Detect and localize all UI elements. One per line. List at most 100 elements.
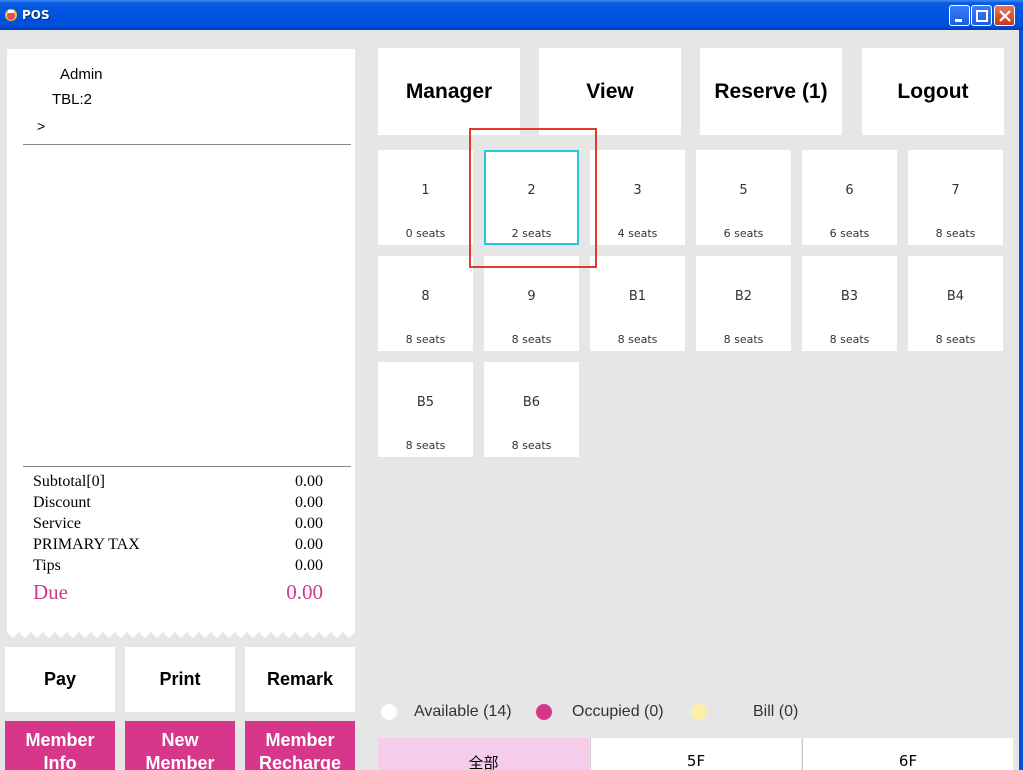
due-value: 0.00: [286, 580, 323, 604]
tips-value: 0.00: [295, 557, 323, 574]
divider: [23, 466, 351, 467]
tax-label: PRIMARY TAX: [33, 536, 140, 553]
occupied-dot-icon: [536, 704, 552, 720]
legend-bill: Bill (0): [753, 703, 799, 720]
order-prompt: >: [37, 118, 46, 134]
table-name: 1: [421, 183, 430, 198]
table-tile-3[interactable]: 3 4 seats: [590, 150, 685, 245]
table-name: B5: [416, 395, 435, 410]
due-label: Due: [33, 580, 68, 604]
table-tile-8[interactable]: 8 8 seats: [378, 256, 473, 351]
table-tile-1[interactable]: 1 0 seats: [378, 150, 473, 245]
table-tile-b1[interactable]: B1 8 seats: [590, 256, 685, 351]
close-button[interactable]: [994, 5, 1015, 26]
discount-label: Discount: [33, 494, 91, 511]
receipt-torn-edge: [7, 628, 355, 638]
minimize-button[interactable]: [949, 5, 970, 26]
table-tile-6[interactable]: 6 6 seats: [802, 150, 897, 245]
member-info-button[interactable]: Member Info: [5, 721, 115, 770]
new-member-line1: New: [161, 730, 199, 750]
divider: [23, 144, 351, 145]
table-label: TBL:2: [52, 91, 93, 108]
receipt-panel: Admin TBL:2 > Subtotal[0] 0.00 Discount …: [7, 49, 355, 632]
service-value: 0.00: [295, 515, 323, 532]
table-name: 8: [421, 289, 430, 304]
table-name: 3: [633, 183, 642, 198]
table-name: B4: [946, 289, 965, 304]
tips-label: Tips: [33, 557, 61, 574]
table-seats: 8 seats: [935, 333, 976, 346]
discount-row: Discount 0.00: [33, 494, 323, 515]
title-bar: POS: [0, 0, 1023, 30]
table-seats: 8 seats: [511, 439, 552, 452]
table-seats: 0 seats: [405, 227, 446, 240]
pos-app-icon: [5, 9, 17, 21]
table-seats: 8 seats: [617, 333, 658, 346]
tax-row: PRIMARY TAX 0.00: [33, 536, 323, 557]
table-seats: 8 seats: [723, 333, 764, 346]
member-recharge-button[interactable]: Member Recharge: [245, 721, 355, 770]
table-seats: 8 seats: [511, 333, 552, 346]
table-seats: 8 seats: [405, 333, 446, 346]
table-tile-b5[interactable]: B5 8 seats: [378, 362, 473, 457]
table-tile-7[interactable]: 7 8 seats: [908, 150, 1003, 245]
member-recharge-line2: Recharge: [258, 753, 342, 770]
floor-tab-6f[interactable]: 6F: [802, 738, 1013, 770]
minimize-icon: [955, 19, 962, 22]
table-name: B3: [840, 289, 859, 304]
service-row: Service 0.00: [33, 515, 323, 536]
tax-value: 0.00: [295, 536, 323, 553]
window-title: POS: [22, 8, 50, 22]
table-name: 5: [739, 183, 748, 198]
view-button[interactable]: View: [539, 48, 681, 135]
new-member-line2: Member: [145, 753, 215, 770]
table-name: B6: [522, 395, 541, 410]
subtotal-value: 0.00: [295, 473, 323, 490]
floor-tab-5f[interactable]: 5F: [590, 738, 801, 770]
table-name: 7: [951, 183, 960, 198]
table-seats: 8 seats: [935, 227, 976, 240]
due-row: Due 0.00: [33, 580, 323, 608]
manager-button[interactable]: Manager: [378, 48, 520, 135]
table-name: 6: [845, 183, 854, 198]
subtotal-label: Subtotal[0]: [33, 473, 105, 490]
table-name: 9: [527, 289, 536, 304]
subtotal-row: Subtotal[0] 0.00: [33, 473, 323, 494]
bill-dot-icon: [691, 704, 707, 720]
table-name: B2: [734, 289, 753, 304]
table-seats: 8 seats: [405, 439, 446, 452]
table-seats: 6 seats: [723, 227, 764, 240]
legend-occupied: Occupied (0): [572, 703, 664, 720]
print-button[interactable]: Print: [125, 647, 235, 712]
table-name: B1: [628, 289, 647, 304]
available-dot-icon: [381, 704, 397, 720]
table-tile-b2[interactable]: B2 8 seats: [696, 256, 791, 351]
table-seats: 4 seats: [617, 227, 658, 240]
table-tile-b4[interactable]: B4 8 seats: [908, 256, 1003, 351]
member-info-line2: Info: [43, 753, 77, 770]
maximize-icon: [976, 10, 988, 22]
maximize-button[interactable]: [971, 5, 992, 26]
window-frame: [1019, 30, 1023, 770]
service-label: Service: [33, 515, 81, 532]
new-member-button[interactable]: New Member: [125, 721, 235, 770]
table-seats: 6 seats: [829, 227, 870, 240]
logout-button[interactable]: Logout: [862, 48, 1004, 135]
reserve-button[interactable]: Reserve (1): [700, 48, 842, 135]
table-tile-b6[interactable]: B6 8 seats: [484, 362, 579, 457]
selection-highlight: [469, 128, 597, 268]
close-icon: [999, 10, 1011, 22]
table-seats: 8 seats: [829, 333, 870, 346]
floor-tab-all[interactable]: 全部: [378, 738, 589, 770]
totals-list: Subtotal[0] 0.00 Discount 0.00 Service 0…: [33, 473, 323, 608]
pay-button[interactable]: Pay: [5, 647, 115, 712]
legend-available: Available (14): [414, 703, 512, 720]
member-recharge-line1: Member: [265, 730, 335, 750]
tips-row: Tips 0.00: [33, 557, 323, 578]
table-tile-b3[interactable]: B3 8 seats: [802, 256, 897, 351]
discount-value: 0.00: [295, 494, 323, 511]
remark-button[interactable]: Remark: [245, 647, 355, 712]
table-tile-9[interactable]: 9 8 seats: [484, 256, 579, 351]
table-tile-5[interactable]: 5 6 seats: [696, 150, 791, 245]
user-name: Admin: [60, 66, 103, 83]
